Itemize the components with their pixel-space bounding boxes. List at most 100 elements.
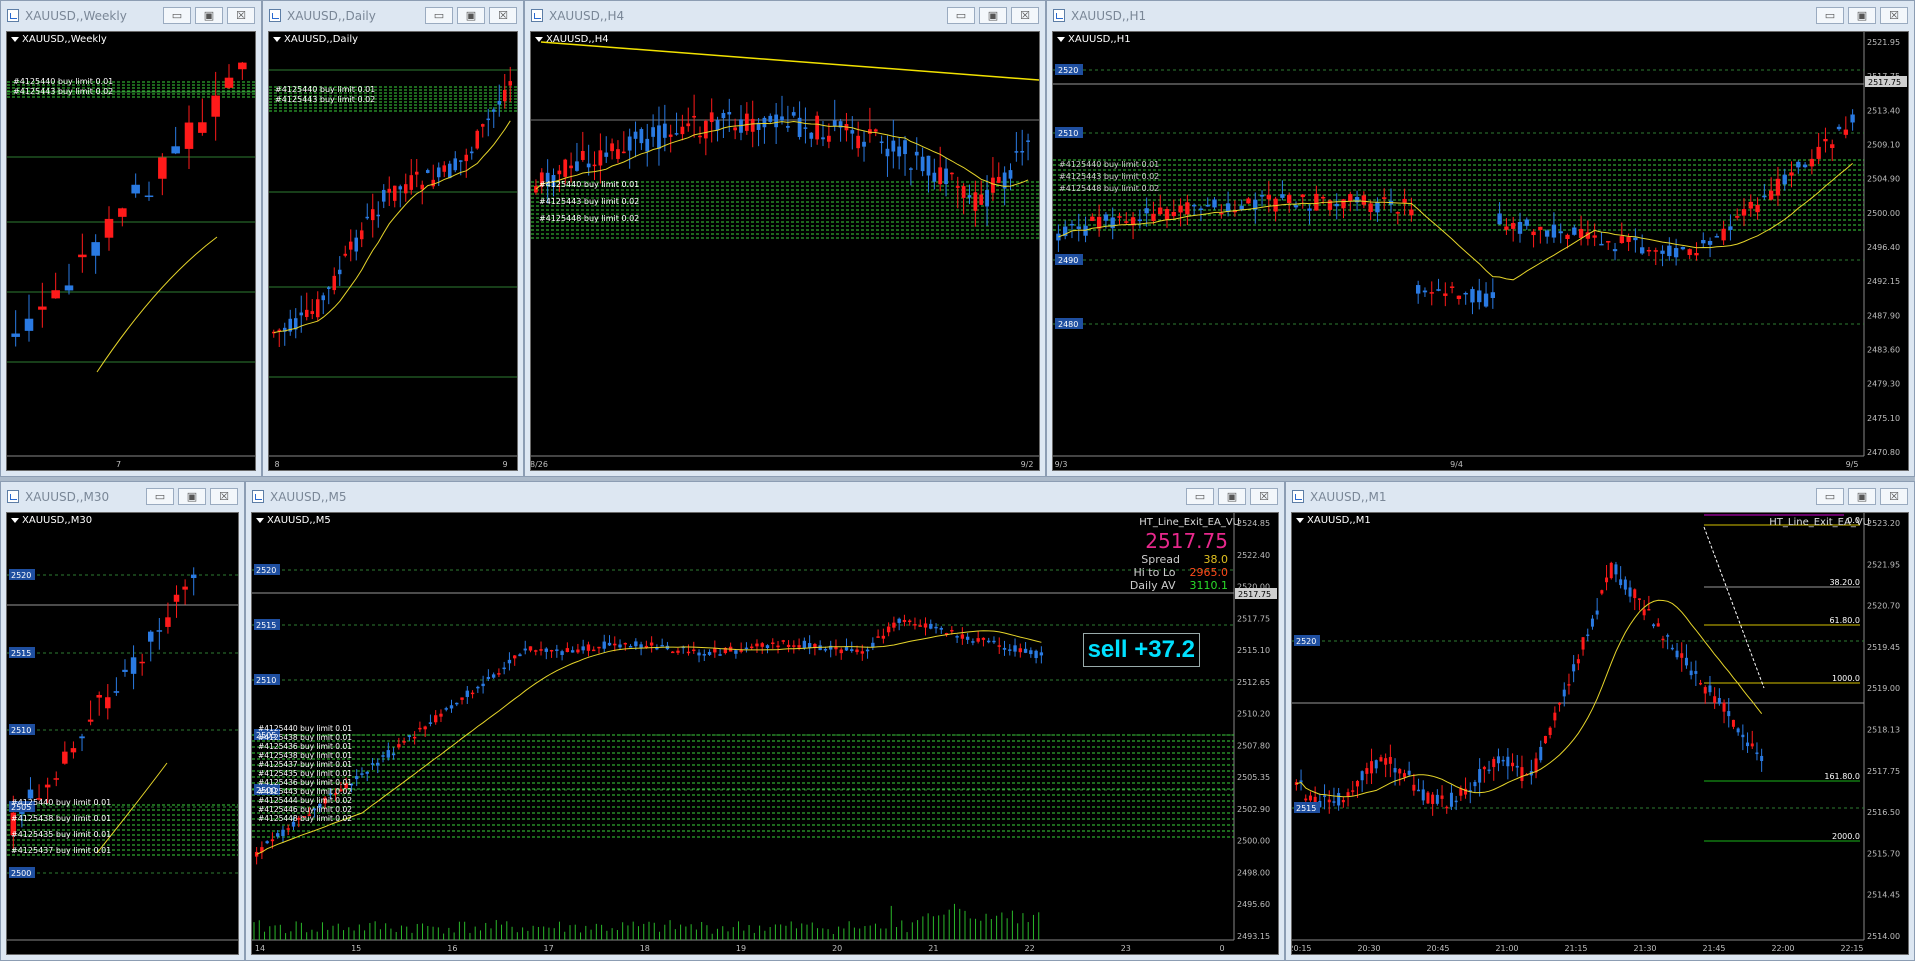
close-button[interactable]: ☒	[1880, 7, 1908, 24]
window-titlebar[interactable]: XAUUSD,,M30 ▭ ▣ ☒	[1, 482, 244, 512]
candle-body	[79, 736, 85, 739]
candle-body	[1633, 237, 1638, 241]
close-button[interactable]: ☒	[210, 488, 238, 505]
candle-body	[1360, 771, 1364, 781]
minimize-button[interactable]: ▭	[425, 7, 453, 24]
chart-area[interactable]: XAUUSD,,M30 2520 2515 2510 2505 2500 #4125440 …	[6, 512, 239, 955]
candle-body	[1355, 780, 1359, 787]
candle-body	[1151, 213, 1156, 221]
price-chart-svg: 2523.20 2521.95 2520.70 2519.45 2519.00 2518.…	[1292, 513, 1900, 953]
order-label: #4125438 buy limit 0.01	[258, 733, 352, 742]
chart-area[interactable]: XAUUSD,,Daily 8 9 #4125440 buy limit 0.01 #4…	[268, 31, 518, 471]
window-titlebar[interactable]: XAUUSD,,H1 ▭ ▣ ☒	[1047, 1, 1914, 31]
maximize-button[interactable]: ▣	[1848, 7, 1876, 24]
candle-body	[1185, 202, 1190, 215]
candle-body	[674, 133, 679, 135]
chart-area[interactable]: XAUUSD,,H4 8/26 9/2 #4125440 buy limit 0.01…	[530, 31, 1040, 471]
time-axis-label: 21:30	[1633, 944, 1656, 953]
candle-body	[1701, 240, 1706, 244]
window-titlebar[interactable]: XAUUSD,,Weekly ▭ ▣ ☒	[1, 1, 261, 31]
candle-body	[721, 113, 726, 119]
time-axis-label: 22:00	[1771, 944, 1794, 953]
info-row: Spread 38.0	[1130, 553, 1228, 566]
candle-body	[359, 230, 364, 240]
info-label: Spread	[1141, 553, 1180, 566]
candle-body	[809, 132, 814, 139]
dropdown-triangle-icon[interactable]	[1296, 517, 1304, 523]
maximize-button[interactable]: ▣	[1218, 488, 1246, 505]
minimize-button[interactable]: ▭	[1186, 488, 1214, 505]
candle-body	[1567, 684, 1571, 686]
candle-body	[1680, 653, 1684, 658]
chart-area[interactable]: XAUUSD,,M1 2523.20 2521.95 2520.70 2519.45 25…	[1291, 512, 1909, 955]
candle-body	[1454, 800, 1458, 803]
dropdown-triangle-icon[interactable]	[11, 517, 19, 523]
chart-window-weekly[interactable]: XAUUSD,,Weekly ▭ ▣ ☒ XAUUSD,,Weekly 7 #4125440…	[0, 0, 262, 477]
candle-body	[1393, 768, 1397, 773]
candle-body	[961, 186, 966, 198]
window-title: XAUUSD,,M30	[25, 490, 110, 504]
window-titlebar[interactable]: XAUUSD,,M1 ▭ ▣ ☒	[1286, 482, 1914, 512]
chart-area[interactable]: XAUUSD,,H12521.952517.752513.402509.1025…	[1052, 31, 1909, 471]
window-titlebar[interactable]: XAUUSD,,Daily ▭ ▣ ☒	[263, 1, 523, 31]
minimize-button[interactable]: ▭	[146, 488, 174, 505]
window-titlebar[interactable]: XAUUSD,,H4 ▭ ▣ ☒	[525, 1, 1045, 31]
candle-body	[744, 113, 749, 131]
candle-body	[1539, 746, 1543, 761]
minimize-button[interactable]: ▭	[1816, 7, 1844, 24]
candle-body	[1689, 670, 1693, 676]
minimize-button[interactable]: ▭	[947, 7, 975, 24]
minimize-button[interactable]: ▭	[163, 7, 191, 24]
candle-body	[1506, 756, 1510, 767]
chart-window-h1[interactable]: XAUUSD,,H1 ▭▣☒ XAUUSD,,H1 2521.95 2517.75 251…	[1046, 0, 1915, 477]
dropdown-triangle-icon[interactable]	[535, 36, 543, 42]
candle-body	[879, 141, 884, 144]
candle-body	[1667, 245, 1672, 257]
chart-window-daily[interactable]: XAUUSD,,Daily ▭ ▣ ☒ XAUUSD,,Daily 8 9 #4125440 …	[262, 0, 524, 477]
candle-body	[1198, 208, 1204, 211]
maximize-button[interactable]: ▣	[178, 488, 206, 505]
chart-area[interactable]: XAUUSD,,Weekly 7 #4125440 buy limit 0.01 #4…	[6, 31, 256, 471]
symbol-label-text: XAUUSD,,H1	[1068, 34, 1131, 45]
time-axis-label: 22	[1025, 944, 1035, 953]
time-axis-label: 22:15	[1840, 944, 1863, 953]
candle-body	[973, 192, 978, 211]
price-tick-label: 2487.90	[1867, 311, 1900, 320]
maximize-button[interactable]: ▣	[457, 7, 485, 24]
candle-body	[442, 165, 447, 172]
candle-body	[1323, 795, 1327, 797]
candle-body	[118, 208, 127, 217]
close-button[interactable]: ☒	[1880, 488, 1908, 505]
candle-body	[555, 649, 559, 651]
candle-body	[105, 697, 111, 709]
candle-body	[987, 640, 991, 643]
candle-body	[765, 645, 770, 649]
window-titlebar[interactable]: XAUUSD,,M5 ▭ ▣ ☒	[246, 482, 1284, 512]
price-tick-label: 2521.95	[1867, 38, 1900, 47]
candle-body	[276, 833, 280, 837]
close-button[interactable]: ☒	[1250, 488, 1278, 505]
dropdown-triangle-icon[interactable]	[1057, 36, 1065, 42]
maximize-button[interactable]: ▣	[1848, 488, 1876, 505]
chart-window-m5[interactable]: XAUUSD,,M5 ▭ ▣ ☒ XAUUSD,,M5 2524.85 2522.40 252…	[245, 481, 1285, 961]
close-button[interactable]: ☒	[489, 7, 517, 24]
dropdown-triangle-icon[interactable]	[273, 36, 281, 42]
chart-window-m1[interactable]: XAUUSD,,M1 ▭ ▣ ☒ XAUUSD,,M1 2523.20 2521.95 252…	[1285, 481, 1915, 961]
maximize-button[interactable]: ▣	[195, 7, 223, 24]
candle-body	[1721, 228, 1726, 241]
candle-body	[1538, 226, 1543, 230]
chart-window-h4[interactable]: XAUUSD,,H4 ▭ ▣ ☒ XAUUSD,,H4 8/26 9/2 #4125440 b…	[524, 0, 1046, 477]
maximize-button[interactable]: ▣	[979, 7, 1007, 24]
chart-area[interactable]: XAUUSD,,M5 2524.85 2522.40 2520.00 2517.75 25…	[251, 512, 1279, 955]
dropdown-triangle-icon[interactable]	[11, 36, 19, 42]
candle-body	[62, 751, 68, 764]
close-button[interactable]: ☒	[227, 7, 255, 24]
candle-body	[1020, 151, 1025, 153]
candle-body	[1714, 236, 1720, 238]
chart-window-m30[interactable]: XAUUSD,,M30 ▭ ▣ ☒ XAUUSD,,M30 2520 2515 2510 250…	[0, 481, 245, 961]
dropdown-triangle-icon[interactable]	[256, 517, 264, 523]
candle-body	[713, 648, 717, 653]
minimize-button[interactable]: ▭	[1816, 488, 1844, 505]
candle-body	[1656, 623, 1660, 627]
close-button[interactable]: ☒	[1011, 7, 1039, 24]
